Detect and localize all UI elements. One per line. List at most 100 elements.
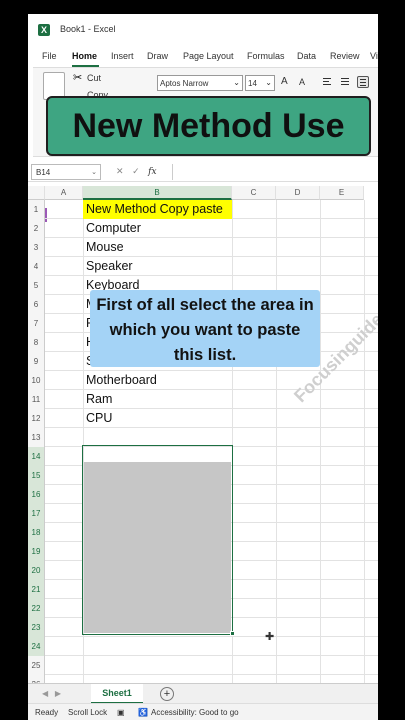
- row-header[interactable]: 8: [28, 333, 45, 352]
- tab-page-layout[interactable]: Page Layout: [183, 51, 234, 61]
- cell-b[interactable]: Speaker: [83, 257, 232, 276]
- column-header-d[interactable]: D: [276, 186, 320, 200]
- table-row[interactable]: 12 CPU: [28, 409, 378, 428]
- tab-file[interactable]: File: [42, 51, 57, 61]
- table-row[interactable]: 3 Mouse: [28, 238, 378, 257]
- row-header[interactable]: 20: [28, 561, 45, 580]
- tab-data[interactable]: Data: [297, 51, 316, 61]
- align-middle-icon[interactable]: [339, 76, 351, 88]
- table-row[interactable]: 25: [28, 656, 378, 675]
- formula-input[interactable]: [172, 164, 378, 180]
- cut-label[interactable]: Cut: [87, 73, 101, 83]
- cell-b[interactable]: Computer: [83, 219, 232, 238]
- gridline: [320, 561, 321, 580]
- gridline: [320, 200, 321, 219]
- name-box-value: B14: [36, 168, 51, 177]
- row-header[interactable]: 16: [28, 485, 45, 504]
- cell-b[interactable]: [83, 637, 232, 656]
- status-accessibility[interactable]: Accessibility: Good to go: [151, 708, 239, 717]
- sheet-tab-sheet1[interactable]: Sheet1: [91, 684, 143, 704]
- sheet-nav-arrows-icon[interactable]: ◀ ▶: [42, 689, 61, 698]
- row-header[interactable]: 2: [28, 219, 45, 238]
- cell-b[interactable]: CPU: [83, 409, 232, 428]
- cancel-icon[interactable]: ✕: [116, 166, 124, 176]
- gridline: [276, 200, 277, 219]
- row-header[interactable]: 10: [28, 371, 45, 390]
- gridline: [364, 409, 365, 428]
- selected-range-border[interactable]: [82, 445, 233, 635]
- tab-formulas[interactable]: Formulas: [247, 51, 285, 61]
- fill-handle[interactable]: [230, 631, 235, 636]
- row-header[interactable]: 11: [28, 390, 45, 409]
- cell-b[interactable]: Mouse: [83, 238, 232, 257]
- tab-review[interactable]: Review: [330, 51, 360, 61]
- row-header[interactable]: 15: [28, 466, 45, 485]
- row-header[interactable]: 3: [28, 238, 45, 257]
- table-row[interactable]: 1 New Method Copy paste: [28, 200, 378, 219]
- gridline: [276, 504, 277, 523]
- cell-b[interactable]: Ram: [83, 390, 232, 409]
- row-header[interactable]: 12: [28, 409, 45, 428]
- row-header[interactable]: 5: [28, 276, 45, 295]
- align-top-icon[interactable]: [321, 76, 333, 88]
- status-ready: Ready: [35, 708, 59, 717]
- row-header[interactable]: 6: [28, 295, 45, 314]
- column-header-e[interactable]: E: [320, 186, 364, 200]
- row-header[interactable]: 22: [28, 599, 45, 618]
- select-all-corner[interactable]: [28, 186, 45, 200]
- row-header[interactable]: 24: [28, 637, 45, 656]
- font-size-select[interactable]: 14 ⌄: [245, 75, 275, 91]
- fx-icon[interactable]: fx: [148, 167, 156, 177]
- align-bottom-icon[interactable]: [357, 76, 369, 88]
- gridline: [276, 219, 277, 238]
- column-header-b[interactable]: B: [83, 186, 232, 200]
- macro-record-icon[interactable]: ▣: [117, 708, 125, 717]
- chevron-down-icon: ⌄: [91, 169, 97, 176]
- tab-insert[interactable]: Insert: [111, 51, 134, 61]
- gridline: [276, 238, 277, 257]
- row-header[interactable]: 1: [28, 200, 45, 219]
- row-header[interactable]: 25: [28, 656, 45, 675]
- gridline: [364, 580, 365, 599]
- gridline: [276, 390, 277, 409]
- tab-draw[interactable]: Draw: [147, 51, 168, 61]
- row-header[interactable]: 19: [28, 542, 45, 561]
- row-header[interactable]: 13: [28, 428, 45, 447]
- gridline: [364, 390, 365, 409]
- table-row[interactable]: 11 Ram: [28, 390, 378, 409]
- ribbon-tabs: File Home Insert Draw Page Layout Formul…: [28, 46, 378, 67]
- tab-view[interactable]: Vi: [370, 51, 378, 61]
- row-header[interactable]: 21: [28, 580, 45, 599]
- table-row[interactable]: 24: [28, 637, 378, 656]
- increase-font-size-icon[interactable]: A: [281, 76, 288, 87]
- row-header[interactable]: 23: [28, 618, 45, 637]
- table-row[interactable]: 4 Speaker: [28, 257, 378, 276]
- enter-icon[interactable]: ✓: [132, 166, 140, 176]
- tab-home[interactable]: Home: [72, 51, 97, 61]
- gridline: [364, 428, 365, 447]
- cell-b[interactable]: New Method Copy paste: [83, 200, 232, 219]
- row-header[interactable]: 18: [28, 523, 45, 542]
- row-header[interactable]: 17: [28, 504, 45, 523]
- gridline: [320, 257, 321, 276]
- row-header[interactable]: 9: [28, 352, 45, 371]
- scissors-icon[interactable]: ✂: [73, 71, 82, 84]
- add-sheet-button[interactable]: +: [160, 687, 174, 701]
- column-header-c[interactable]: C: [232, 186, 276, 200]
- font-name-select[interactable]: Aptos Narrow ⌄: [157, 75, 243, 91]
- accessibility-icon[interactable]: ♿: [138, 708, 148, 717]
- gridline: [232, 390, 233, 409]
- row-header[interactable]: 14: [28, 447, 45, 466]
- table-row[interactable]: 2 Computer: [28, 219, 378, 238]
- gridline: [320, 428, 321, 447]
- row-header[interactable]: 4: [28, 257, 45, 276]
- cell-b[interactable]: Motherboard: [83, 371, 232, 390]
- gridline: [364, 504, 365, 523]
- cell-b[interactable]: [83, 656, 232, 675]
- column-header-a[interactable]: A: [45, 186, 83, 200]
- name-box[interactable]: B14 ⌄: [31, 164, 101, 180]
- decrease-font-size-icon[interactable]: A: [299, 77, 305, 87]
- gridline: [320, 219, 321, 238]
- row-header[interactable]: 7: [28, 314, 45, 333]
- gridline: [276, 618, 277, 637]
